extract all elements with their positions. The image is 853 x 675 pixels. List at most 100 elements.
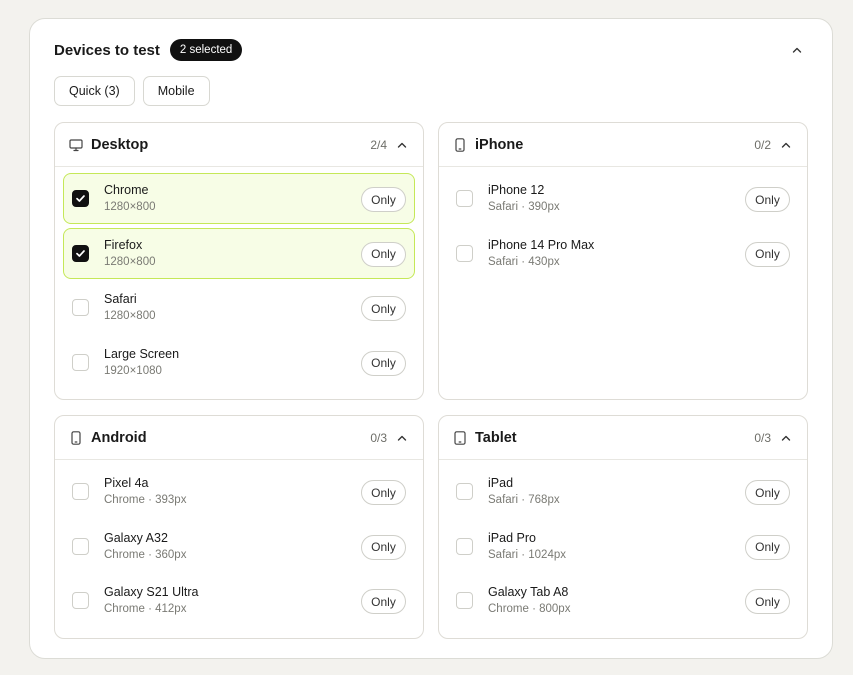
- collapse-group-button[interactable]: [779, 138, 793, 152]
- device-name: Pixel 4a: [104, 476, 149, 490]
- device-name: Safari: [104, 292, 137, 307]
- device-spec: Safari · 1024px: [488, 548, 566, 561]
- device-name: Galaxy A32: [104, 530, 168, 545]
- device-name: iPad Pro: [488, 530, 536, 545]
- device-name: iPad: [488, 476, 514, 490]
- group-header: Desktop 2/4: [55, 123, 423, 167]
- device-text: Chrome 1280×800: [104, 183, 156, 214]
- device-checkbox[interactable]: [456, 537, 473, 555]
- group-count: 0/2: [754, 137, 771, 152]
- only-button[interactable]: Only: [745, 534, 790, 560]
- collapse-group-button[interactable]: [395, 138, 409, 152]
- device-group-desktop: Desktop 2/4 Chrome 1280×800 Only Firefox 128…: [54, 122, 424, 400]
- phone-icon: [453, 137, 467, 152]
- group-header: iPhone 0/2: [439, 123, 807, 167]
- device-spec: Chrome · 393px: [104, 494, 187, 506]
- device-row[interactable]: Firefox 1280×800 Only: [63, 227, 415, 279]
- group-title: Desktop: [91, 136, 149, 153]
- device-spec: Safari · 390px: [488, 201, 560, 213]
- group-header: Tablet 0/3: [439, 416, 807, 460]
- only-button[interactable]: Only: [745, 241, 790, 267]
- monitor-icon: [69, 138, 83, 152]
- chevron-up-icon: [792, 47, 802, 53]
- device-spec: Chrome · 800px: [488, 603, 571, 616]
- device-text: iPad Safari · 768px: [488, 476, 560, 507]
- device-spec: Chrome · 412px: [104, 603, 187, 616]
- only-button[interactable]: Only: [745, 589, 790, 615]
- device-list: Pixel 4a Chrome · 393px Only Galaxy A32 Chro…: [55, 460, 423, 638]
- device-text: Safari 1280×800: [104, 292, 156, 323]
- device-row[interactable]: Pixel 4a Chrome · 393px Only: [63, 466, 415, 517]
- device-name: iPhone 14 Pro Max: [488, 237, 595, 252]
- device-checkbox[interactable]: [72, 537, 89, 555]
- collapse-group-button[interactable]: [395, 431, 409, 445]
- device-row[interactable]: iPad Pro Safari · 1024px Only: [447, 521, 799, 572]
- device-row[interactable]: iPad Safari · 768px Only: [447, 466, 799, 517]
- group-title: Tablet: [475, 429, 517, 446]
- chevron-up-icon: [397, 435, 407, 441]
- only-button[interactable]: Only: [361, 187, 406, 212]
- device-checkbox[interactable]: [72, 592, 89, 610]
- device-text: iPhone 12 Safari · 390px: [488, 183, 560, 214]
- device-spec: 1280×800: [104, 201, 156, 213]
- chevron-up-icon: [781, 435, 791, 441]
- preset-quick-button[interactable]: Quick (3): [54, 76, 135, 106]
- device-spec: 1920×1080: [104, 364, 162, 377]
- chevron-up-icon: [781, 142, 791, 148]
- device-group-tablet: Tablet 0/3 iPad Safari · 768px Only iPad Pr…: [438, 415, 808, 639]
- device-checkbox[interactable]: [72, 244, 89, 262]
- device-name: iPhone 12: [488, 183, 545, 197]
- device-spec: Safari · 430px: [488, 255, 560, 268]
- only-button[interactable]: Only: [361, 480, 406, 505]
- only-button[interactable]: Only: [361, 589, 406, 615]
- devices-panel: Devices to test 2 selected Quick (3) Mob…: [29, 18, 833, 659]
- collapse-group-button[interactable]: [779, 431, 793, 445]
- device-row[interactable]: iPhone 14 Pro Max Safari · 430px Only: [447, 228, 799, 279]
- device-checkbox[interactable]: [72, 299, 89, 317]
- panel-header: Devices to test 2 selected: [54, 39, 808, 61]
- group-count: 0/3: [754, 430, 771, 445]
- device-group-iphone: iPhone 0/2 iPhone 12 Safari · 390px Only iP…: [438, 122, 808, 400]
- device-checkbox[interactable]: [456, 190, 473, 207]
- only-button[interactable]: Only: [745, 187, 790, 212]
- panel-title: Devices to test: [54, 41, 160, 59]
- device-row[interactable]: Large Screen 1920×1080 Only: [63, 337, 415, 388]
- selected-count-badge: 2 selected: [169, 39, 243, 61]
- device-checkbox[interactable]: [456, 244, 473, 262]
- device-checkbox[interactable]: [456, 483, 473, 500]
- device-text: Firefox 1280×800: [104, 238, 156, 269]
- only-button[interactable]: Only: [361, 350, 406, 376]
- device-checkbox[interactable]: [72, 190, 89, 207]
- only-button[interactable]: Only: [361, 534, 406, 560]
- preset-mobile-button[interactable]: Mobile: [142, 76, 210, 106]
- device-name: Firefox: [104, 237, 143, 252]
- only-button[interactable]: Only: [361, 241, 406, 267]
- device-row[interactable]: Safari 1280×800 Only: [63, 282, 415, 333]
- device-checkbox[interactable]: [72, 353, 89, 371]
- device-row[interactable]: Galaxy S21 Ultra Chrome · 412px Only: [63, 575, 415, 626]
- device-name: Galaxy Tab A8: [488, 585, 569, 600]
- phone-icon: [69, 430, 83, 445]
- device-text: Galaxy S21 Ultra Chrome · 412px: [104, 585, 198, 616]
- device-list: iPhone 12 Safari · 390px Only iPhone 14 Pro…: [439, 167, 807, 290]
- group-header: Android 0/3: [55, 416, 423, 460]
- device-row[interactable]: Galaxy A32 Chrome · 360px Only: [63, 521, 415, 572]
- device-row[interactable]: Chrome 1280×800 Only: [63, 173, 415, 224]
- device-text: Large Screen 1920×1080: [104, 347, 179, 378]
- device-text: Galaxy A32 Chrome · 360px: [104, 531, 186, 562]
- device-row[interactable]: iPhone 12 Safari · 390px Only: [447, 173, 799, 224]
- device-group-android: Android 0/3 Pixel 4a Chrome · 393px Only Ga…: [54, 415, 424, 639]
- device-spec: Safari · 768px: [488, 494, 560, 506]
- device-spec: 1280×800: [104, 310, 156, 323]
- group-count: 2/4: [370, 137, 387, 152]
- only-button[interactable]: Only: [361, 296, 406, 322]
- collapse-panel-button[interactable]: [786, 39, 808, 61]
- only-button[interactable]: Only: [745, 480, 790, 505]
- device-text: iPhone 14 Pro Max Safari · 430px: [488, 238, 594, 269]
- device-row[interactable]: Galaxy Tab A8 Chrome · 800px Only: [447, 575, 799, 626]
- device-checkbox[interactable]: [72, 483, 89, 500]
- device-list: Chrome 1280×800 Only Firefox 1280×800 Only Saf…: [55, 167, 423, 399]
- tablet-icon: [453, 430, 467, 445]
- device-checkbox[interactable]: [456, 592, 473, 610]
- device-list: iPad Safari · 768px Only iPad Pro Safari · 1…: [439, 460, 807, 638]
